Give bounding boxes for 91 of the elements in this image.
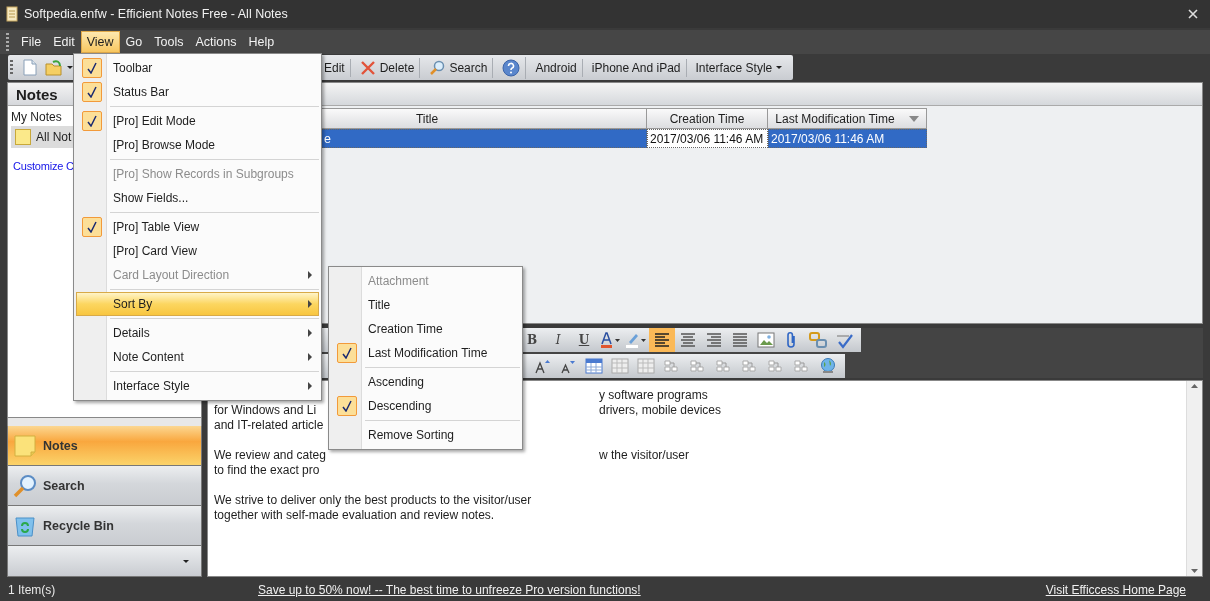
menu-item[interactable]: Remove Sorting — [331, 423, 520, 447]
scroll-down-icon[interactable] — [1191, 569, 1198, 573]
toolbar-button[interactable]: iPhone And iPad — [586, 58, 687, 77]
text-line: w the visitor/user — [599, 448, 690, 463]
menu-bar-item[interactable]: File — [15, 31, 48, 53]
customize-link[interactable]: Customize C — [13, 160, 74, 172]
text-line: and IT-related article — [214, 418, 324, 433]
menu-bar-item[interactable]: View — [80, 31, 120, 53]
table-icon — [585, 358, 603, 374]
column-header[interactable]: Creation Time — [647, 108, 768, 129]
close-icon[interactable] — [1188, 9, 1198, 19]
group-label: My Notes — [10, 109, 63, 126]
home-page-link[interactable]: Visit Efficcess Home Page — [1045, 582, 1186, 597]
menu-bar-item[interactable]: Actions — [189, 31, 243, 53]
scroll-up-icon[interactable] — [1191, 384, 1198, 388]
text-line: drivers, mobile devices — [599, 403, 722, 418]
format-button[interactable] — [649, 328, 675, 352]
align-right-icon — [706, 333, 722, 347]
justify-icon — [732, 333, 748, 347]
font-size-down-icon — [560, 358, 576, 374]
table-cells-icon — [663, 358, 681, 374]
menu-item[interactable]: Sort By — [76, 292, 319, 316]
menu-item[interactable]: [Pro] Table View — [76, 215, 319, 239]
nav-button[interactable]: Notes — [7, 426, 202, 466]
italic-button[interactable]: I — [545, 328, 571, 352]
underline-button[interactable]: U — [571, 328, 597, 352]
caret-icon[interactable] — [183, 559, 189, 563]
table-cell: 2017/03/06 11:46 AM — [768, 129, 927, 148]
menu-item[interactable]: Title — [331, 293, 520, 317]
toolbar-button[interactable] — [43, 57, 75, 78]
highlighter-icon — [625, 332, 647, 348]
delete-icon — [359, 59, 376, 76]
menu-item[interactable]: Details — [76, 321, 319, 345]
new-document-icon — [23, 59, 37, 76]
text-line: together with self-made evaluation and review notes. — [214, 508, 495, 523]
window-title: Softpedia.enfw - Efficient Notes Free - All Notes — [24, 7, 289, 21]
table-cells-icon — [689, 358, 707, 374]
menu-item[interactable]: Toolbar — [76, 56, 319, 80]
text-line: We review and categ — [214, 448, 326, 463]
menu-item[interactable]: Last Modification Time — [331, 341, 520, 365]
search-icon — [13, 473, 37, 498]
chain-link-icon — [809, 331, 827, 349]
nav-button[interactable]: Search — [7, 466, 202, 506]
font-color-icon — [599, 332, 621, 348]
menu-item[interactable]: Descending — [331, 394, 520, 418]
menu-bar-item[interactable]: Tools — [148, 31, 190, 53]
table-cells-icon — [715, 358, 733, 374]
bold-button[interactable]: B — [519, 328, 545, 352]
table-cells-icon — [767, 358, 785, 374]
picture-icon — [757, 332, 775, 348]
notepad-icon — [6, 6, 18, 22]
toolbar-button[interactable]: Delete — [354, 57, 421, 78]
menu-item[interactable]: Ascending — [331, 370, 520, 394]
toolbar-button[interactable]: Android — [530, 58, 583, 77]
table-cells-icon — [793, 358, 811, 374]
table-grid-icon — [637, 358, 655, 374]
font-size-up-icon — [534, 358, 550, 374]
column-header[interactable]: Last Modification Time — [768, 108, 927, 129]
caret-icon — [776, 66, 783, 69]
open-folder-icon — [45, 59, 63, 76]
menu-bar-item[interactable]: Go — [119, 31, 149, 53]
menu-item[interactable]: [Pro] Card View — [76, 239, 319, 263]
dropdown-button[interactable]: Interface Style — [690, 58, 788, 77]
toolbar-button[interactable]: Search — [424, 57, 494, 78]
splitter-handle[interactable] — [7, 418, 202, 426]
menu-item[interactable]: Note Content — [76, 345, 319, 369]
promo-link[interactable]: Save up to 50% now! -- The best time to unfreeze Pro version functions! — [258, 582, 1046, 597]
text-line: We strive to deliver only the best products to the visitor/user — [214, 493, 532, 508]
sticky-note-icon — [13, 433, 37, 458]
align-left-icon — [654, 333, 670, 347]
toolbar-button[interactable] — [21, 57, 39, 78]
nav-button[interactable]: Recycle Bin — [7, 506, 202, 546]
text-line: to find the exact pro — [214, 463, 320, 478]
sticky-note-icon — [15, 129, 31, 145]
text-line: y software programs — [599, 388, 708, 403]
menu-item[interactable]: Creation Time — [331, 317, 520, 341]
scrollbar[interactable] — [1186, 381, 1202, 576]
globe-link-icon — [819, 357, 837, 375]
menu-bar-item[interactable]: Edit — [47, 31, 81, 53]
table-cells-icon — [741, 358, 759, 374]
table-cell: 2017/03/06 11:46 AM — [647, 129, 768, 148]
align-center-icon — [680, 333, 696, 347]
menu-item[interactable]: Show Fields... — [76, 186, 319, 210]
search-icon — [429, 59, 446, 76]
paperclip-icon — [786, 331, 798, 349]
table-grid-icon — [611, 358, 629, 374]
item-count: 1 Item(s) — [8, 582, 57, 597]
help-icon — [502, 58, 521, 77]
menu-item[interactable]: Interface Style — [76, 374, 319, 398]
menu-bar-item[interactable]: Help — [242, 31, 281, 53]
text-line: for Windows and Li — [214, 403, 317, 418]
